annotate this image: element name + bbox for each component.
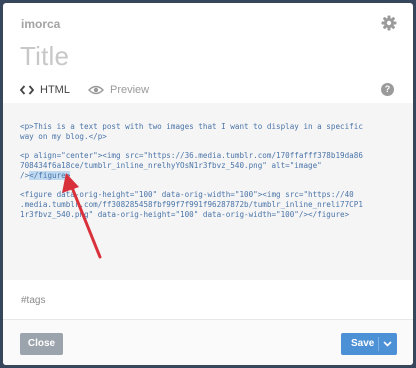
eye-icon	[88, 85, 104, 95]
footer: Close Save	[3, 319, 413, 365]
code-line: />	[20, 171, 30, 180]
code-line: <p>This is a text post with two images t…	[20, 122, 363, 131]
code-line: <p align="center"><img src="https://36.m…	[20, 151, 363, 160]
tab-preview-label: Preview	[110, 84, 150, 96]
code-line: .media.tumblr.com/ff308285458fbf99f7f991…	[20, 200, 363, 209]
html-editor[interactable]: <p>This is a text post with two images t…	[3, 103, 413, 280]
code-line: way on my blog.</p>	[20, 132, 107, 141]
tab-preview[interactable]: Preview	[88, 82, 149, 98]
gear-icon[interactable]	[381, 15, 397, 31]
title-field[interactable]: Title	[20, 41, 69, 72]
post-form: imorca Title HTML Preview ? <p>This is a…	[3, 3, 413, 365]
save-label: Save	[351, 338, 375, 349]
code-line: 1r3fbvz_540.png" data-orig-height="100" …	[20, 210, 350, 219]
code-icon	[20, 85, 34, 95]
code-content: <p>This is a text post with two images t…	[20, 122, 400, 220]
save-button[interactable]: Save	[341, 333, 397, 355]
close-button[interactable]: Close	[20, 333, 63, 355]
code-line: 708434f6a18ce/tumblr_inline_nrelhyYOsN1r…	[20, 161, 322, 170]
code-line: <figure data-orig-height="100" data-orig…	[20, 190, 354, 199]
help-icon[interactable]: ?	[381, 83, 394, 96]
tab-html-label: HTML	[40, 84, 70, 96]
tab-html[interactable]: HTML	[20, 82, 70, 98]
tags-input[interactable]: #tags	[21, 295, 45, 306]
blog-name[interactable]: imorca	[21, 17, 60, 31]
highlighted-closing-figure-tag: </figure>	[29, 171, 71, 180]
chevron-down-icon[interactable]	[383, 341, 392, 347]
save-divider	[378, 337, 379, 351]
